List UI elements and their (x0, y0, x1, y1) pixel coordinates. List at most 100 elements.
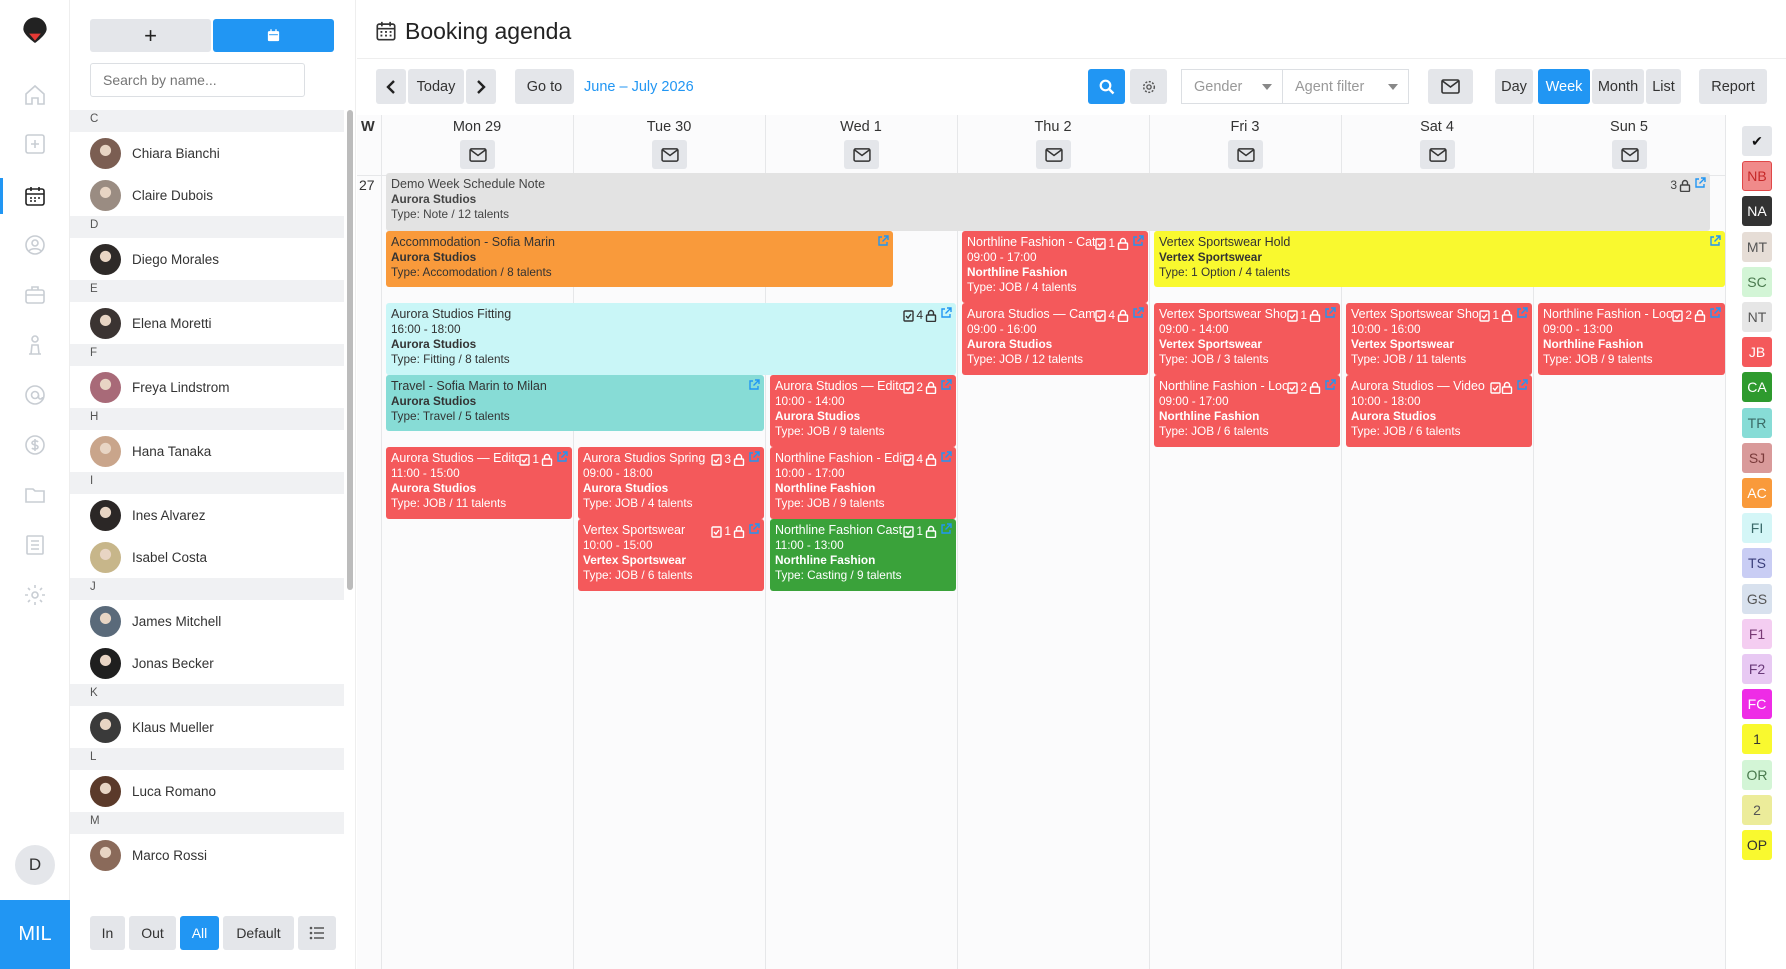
agent-filter-select[interactable]: Agent filter (1282, 69, 1409, 104)
tag-filter-sj[interactable]: SJ (1742, 442, 1772, 473)
talent-item[interactable]: Freya Lindstrom (70, 366, 344, 408)
search-button[interactable] (1088, 69, 1125, 104)
tag-filter-ts[interactable]: TS (1742, 548, 1772, 579)
filter-in-button[interactable]: In (90, 916, 125, 950)
day-header[interactable]: Tue 30 (573, 119, 765, 135)
day-email-button[interactable] (1420, 140, 1455, 169)
briefcase-icon[interactable] (20, 280, 50, 310)
day-email-button[interactable] (1612, 140, 1647, 169)
tag-filter-f1[interactable]: F1 (1742, 618, 1772, 649)
talent-item[interactable]: Isabel Costa (70, 536, 344, 578)
talent-item[interactable]: Ines Alvarez (70, 494, 344, 536)
event-card[interactable]: Aurora Studios Spring 09:00 - 18:00 Aurora… (578, 447, 764, 519)
event-card[interactable]: Demo Week Schedule Note Aurora Studios Typ… (386, 173, 1710, 231)
tag-filter-mt[interactable]: MT (1742, 231, 1772, 262)
external-link-icon[interactable] (1694, 177, 1706, 189)
talent-item[interactable]: Luca Romano (70, 770, 344, 812)
logo-icon[interactable] (20, 14, 50, 44)
date-range[interactable]: June – July 2026 (584, 79, 694, 95)
event-card[interactable]: Accommodation - Sofia Marin Aurora Studio… (386, 231, 893, 287)
talent-item[interactable]: Elena Moretti (70, 302, 344, 344)
external-link-icon[interactable] (1709, 307, 1721, 319)
folder-icon[interactable] (20, 480, 50, 510)
external-link-icon[interactable] (940, 451, 952, 463)
event-card[interactable]: Vertex Sportswear Shoot 10:00 - 16:00 Vert… (1346, 303, 1532, 375)
external-link-icon[interactable] (940, 523, 952, 535)
tag-filter-or[interactable]: OR (1742, 759, 1772, 790)
search-input[interactable] (90, 63, 305, 97)
tag-filter-sc[interactable]: SC (1742, 266, 1772, 297)
tag-filter-check-icon[interactable]: ✔ (1742, 126, 1772, 156)
goto-button[interactable]: Go to (515, 69, 574, 104)
day-email-button[interactable] (652, 140, 687, 169)
day-email-button[interactable] (1036, 140, 1071, 169)
event-card[interactable]: Aurora Studios — Editorial 11:00 - 15:00 A… (386, 447, 572, 519)
event-card[interactable]: Aurora Studios — Editorial 10:00 - 14:00 A… (770, 375, 956, 447)
filter-out-button[interactable]: Out (129, 916, 176, 950)
tag-filter-op[interactable]: OP (1742, 830, 1772, 860)
event-card[interactable]: Northline Fashion Casting 11:00 - 13:00 No… (770, 519, 956, 591)
workspace-badge[interactable]: MIL (0, 900, 70, 969)
day-header[interactable]: Thu 2 (957, 119, 1149, 135)
day-header[interactable]: Wed 1 (765, 119, 957, 135)
external-link-icon[interactable] (1132, 235, 1144, 247)
external-link-icon[interactable] (556, 451, 568, 463)
view-month-button[interactable]: Month (1592, 69, 1644, 104)
tag-filter-fc[interactable]: FC (1742, 689, 1772, 720)
user-avatar[interactable]: D (15, 845, 55, 885)
day-email-button[interactable] (460, 140, 495, 169)
tag-filter-2[interactable]: 2 (1742, 794, 1772, 825)
external-link-icon[interactable] (748, 523, 760, 535)
talent-item[interactable]: Claire Dubois (70, 174, 344, 216)
calendar-icon[interactable] (20, 181, 50, 211)
external-link-icon[interactable] (1324, 307, 1336, 319)
settings-icon[interactable] (20, 580, 50, 610)
model-icon[interactable] (20, 330, 50, 360)
event-card[interactable]: Northline Fashion - Lookbook 09:00 - 13:0… (1538, 303, 1725, 375)
day-email-button[interactable] (844, 140, 879, 169)
email-button[interactable] (1428, 69, 1473, 104)
external-link-icon[interactable] (940, 379, 952, 391)
tag-filter-tr[interactable]: TR (1742, 407, 1772, 438)
today-button[interactable]: Today (408, 69, 464, 104)
tag-filter-jb[interactable]: JB (1742, 337, 1772, 368)
external-link-icon[interactable] (940, 307, 952, 319)
external-link-icon[interactable] (1709, 235, 1721, 247)
external-link-icon[interactable] (1324, 379, 1336, 391)
tag-filter-gs[interactable]: GS (1742, 583, 1772, 614)
tag-filter-1[interactable]: 1 (1742, 724, 1772, 755)
tag-filter-ca[interactable]: CA (1742, 372, 1772, 403)
report-button[interactable]: Report (1699, 69, 1767, 104)
home-icon[interactable] (20, 80, 50, 110)
add-icon[interactable] (20, 129, 50, 159)
talent-item[interactable]: Klaus Mueller (70, 706, 344, 748)
event-card[interactable]: Vertex Sportswear 10:00 - 15:00 Vertex Spo… (578, 519, 764, 591)
day-email-button[interactable] (1228, 140, 1263, 169)
talent-item[interactable]: Hana Tanaka (70, 430, 344, 472)
view-week-button[interactable]: Week (1538, 69, 1590, 104)
day-header[interactable]: Sun 5 (1533, 119, 1725, 135)
at-icon[interactable] (20, 380, 50, 410)
settings-button[interactable] (1130, 69, 1167, 104)
add-button[interactable]: + (90, 19, 211, 52)
tag-filter-nt[interactable]: NT (1742, 302, 1772, 332)
event-card[interactable]: Travel - Sofia Marin to Milan Aurora Stud… (386, 375, 764, 431)
dollar-icon[interactable] (20, 430, 50, 460)
talent-item[interactable]: Diego Morales (70, 238, 344, 280)
day-header[interactable]: Mon 29 (381, 119, 573, 135)
tag-filter-na[interactable]: NA (1742, 196, 1772, 227)
list-view-button[interactable] (298, 916, 336, 950)
calendar-view-button[interactable] (213, 19, 334, 52)
tag-filter-fi[interactable]: FI (1742, 513, 1772, 544)
event-card[interactable]: Northline Fashion - Editorial 10:00 - 17:… (770, 447, 956, 519)
external-link-icon[interactable] (1132, 307, 1144, 319)
day-header[interactable]: Sat 4 (1341, 119, 1533, 135)
external-link-icon[interactable] (748, 379, 760, 391)
next-button[interactable] (466, 69, 496, 104)
event-card[interactable]: Aurora Studios — Campaign 09:00 - 16:00 Au… (962, 303, 1148, 375)
day-header[interactable]: Fri 3 (1149, 119, 1341, 135)
tag-filter-f2[interactable]: F2 (1742, 654, 1772, 684)
talent-item[interactable]: Jonas Becker (70, 642, 344, 684)
event-card[interactable]: Vertex Sportswear Hold Vertex Sportswear T… (1154, 231, 1725, 287)
talent-item[interactable]: Chiara Bianchi (70, 132, 344, 174)
